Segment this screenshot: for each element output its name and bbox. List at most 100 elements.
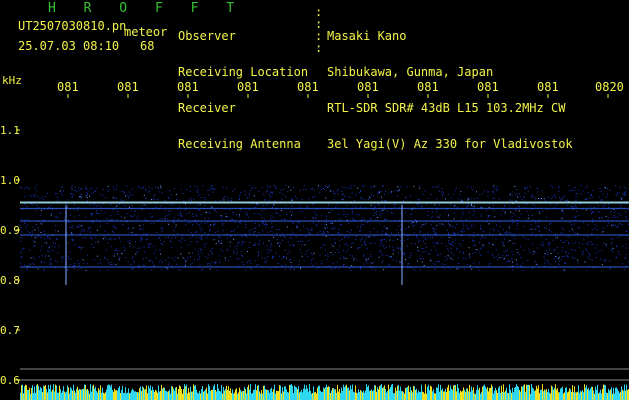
- noise-pixel: [146, 205, 148, 207]
- noise-pixel: [42, 196, 44, 198]
- noise-pixel: [393, 204, 395, 206]
- noise-pixel: [257, 264, 259, 265]
- noise-pixel: [290, 198, 292, 200]
- noise-pixel: [276, 232, 278, 234]
- noise-pixel: [371, 269, 373, 271]
- noise-pixel: [261, 210, 263, 211]
- noise-pixel: [417, 198, 419, 200]
- noise-pixel: [225, 216, 227, 217]
- noise-pixel: [356, 235, 358, 237]
- noise-pixel: [267, 252, 269, 254]
- noise-pixel: [513, 233, 515, 235]
- noise-pixel: [302, 211, 304, 213]
- noise-pixel: [541, 190, 543, 192]
- noise-pixel: [591, 211, 593, 213]
- noise-pixel: [66, 199, 68, 201]
- noise-pixel: [561, 227, 563, 229]
- noise-pixel: [248, 230, 250, 232]
- level-bar: [35, 392, 36, 400]
- level-bar: [51, 391, 52, 400]
- level-bar: [149, 388, 150, 400]
- level-bar: [603, 384, 604, 400]
- noise-pixel: [178, 240, 180, 242]
- noise-pixel: [611, 242, 613, 243]
- noise-pixel: [463, 225, 465, 227]
- noise-pixel: [338, 228, 340, 230]
- noise-pixel: [396, 229, 398, 231]
- noise-pixel: [295, 236, 297, 238]
- noise-pixel: [199, 227, 201, 229]
- noise-pixel: [243, 241, 245, 243]
- noise-pixel: [622, 197, 624, 199]
- noise-pixel: [558, 256, 560, 258]
- level-bar: [284, 386, 285, 400]
- noise-pixel: [187, 222, 189, 224]
- noise-pixel: [410, 252, 412, 254]
- noise-pixel: [407, 238, 409, 240]
- noise-pixel: [552, 196, 554, 198]
- noise-pixel: [410, 255, 412, 257]
- noise-pixel: [188, 229, 190, 231]
- noise-pixel: [599, 211, 601, 213]
- noise-pixel: [410, 213, 412, 215]
- level-bar: [364, 392, 365, 400]
- noise-pixel: [364, 239, 366, 241]
- noise-pixel: [204, 222, 206, 224]
- noise-pixel: [399, 261, 401, 263]
- noise-pixel: [587, 242, 589, 243]
- noise-pixel: [26, 230, 28, 232]
- noise-pixel: [325, 185, 326, 187]
- noise-pixel: [167, 196, 169, 198]
- noise-pixel: [462, 213, 464, 215]
- noise-pixel: [124, 205, 126, 207]
- noise-pixel: [533, 196, 535, 198]
- noise-pixel: [275, 209, 277, 211]
- noise-pixel: [80, 193, 82, 195]
- noise-pixel: [178, 218, 180, 220]
- noise-pixel: [408, 263, 410, 265]
- level-bar: [626, 384, 627, 400]
- noise-pixel: [609, 260, 611, 262]
- noise-pixel: [536, 225, 538, 227]
- noise-pixel: [203, 244, 205, 246]
- noise-pixel: [615, 194, 617, 196]
- noise-pixel: [188, 212, 190, 213]
- level-bar: [339, 389, 340, 400]
- noise-pixel: [150, 216, 152, 218]
- level-bar: [150, 385, 151, 400]
- noise-pixel: [182, 192, 184, 194]
- noise-pixel: [247, 261, 249, 262]
- noise-pixel: [20, 269, 22, 271]
- noise-pixel: [345, 216, 347, 218]
- noise-pixel: [443, 224, 445, 226]
- level-bar: [496, 390, 497, 400]
- noise-pixel: [127, 195, 129, 197]
- noise-pixel: [436, 241, 438, 243]
- noise-pixel: [337, 249, 339, 250]
- noise-pixel: [240, 210, 242, 212]
- noise-pixel: [479, 269, 481, 271]
- noise-pixel: [350, 269, 352, 271]
- noise-pixel: [239, 222, 241, 223]
- noise-pixel: [21, 231, 23, 233]
- noise-pixel: [469, 257, 471, 259]
- noise-pixel: [411, 209, 413, 211]
- noise-pixel: [437, 255, 439, 256]
- level-bar: [53, 384, 54, 400]
- noise-pixel: [477, 198, 479, 199]
- level-bar: [75, 392, 76, 400]
- level-bar: [31, 387, 32, 400]
- level-bar: [575, 392, 576, 400]
- level-bar: [90, 384, 91, 400]
- noise-pixel: [444, 211, 446, 213]
- level-bar: [516, 384, 517, 400]
- noise-pixel: [443, 191, 445, 193]
- noise-pixel: [375, 269, 377, 271]
- level-bar: [541, 389, 542, 400]
- noise-pixel: [208, 211, 210, 213]
- noise-pixel: [610, 243, 612, 245]
- noise-pixel: [383, 245, 384, 247]
- noise-pixel: [561, 217, 563, 219]
- level-bar: [215, 390, 216, 400]
- noise-pixel: [452, 259, 454, 261]
